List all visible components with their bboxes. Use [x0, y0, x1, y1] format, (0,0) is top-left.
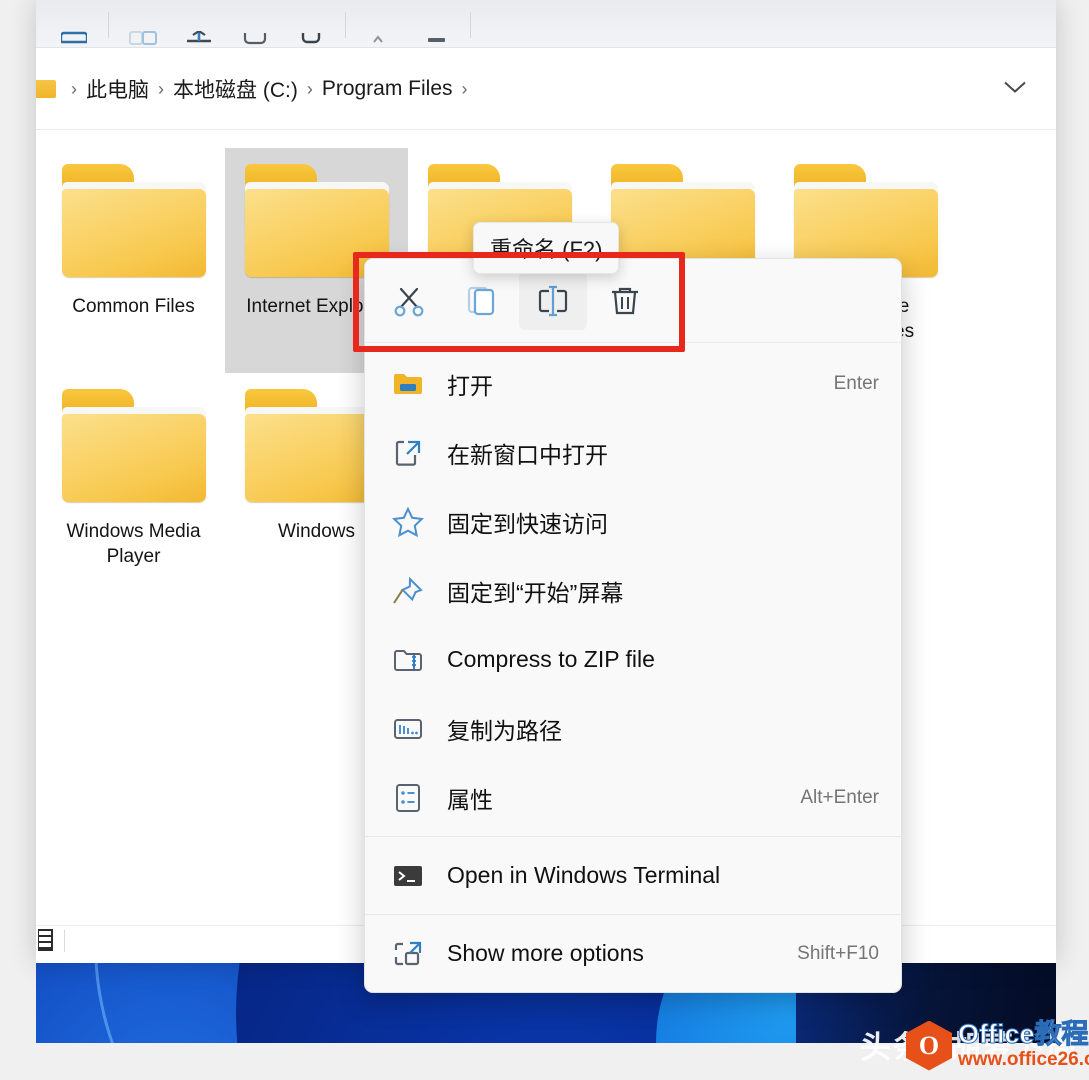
screen: › 此电脑 › 本地磁盘 (C:) › Program Files › Comm…: [0, 0, 1089, 1080]
zip-folder-icon: [391, 646, 425, 674]
rename-icon: [538, 285, 568, 316]
office-logo-icon: O: [906, 1020, 952, 1071]
menu-item-pin-to-quick-access[interactable]: 固定到快速访问: [365, 487, 901, 556]
sort-button[interactable]: [352, 0, 408, 48]
watermark-office: O Office教程网 www.office26.com: [906, 1019, 1089, 1071]
folder-open-icon: [391, 371, 425, 397]
copy-button[interactable]: [171, 0, 227, 48]
list-item-label: Common Files: [72, 296, 195, 317]
menu-item-label: Open in Windows Terminal: [447, 862, 721, 888]
pin-icon: [391, 576, 425, 606]
copy-path-icon: [391, 716, 425, 742]
breadcrumb-separator: ›: [158, 78, 164, 99]
list-item[interactable]: Windows Media Player: [42, 373, 225, 598]
copy-icon: [187, 31, 211, 43]
menu-item-label: Show more options: [447, 940, 644, 966]
cut-button[interactable]: [115, 0, 171, 48]
copy-button[interactable]: [447, 272, 515, 330]
office-site-name: Office教程网: [957, 1019, 1089, 1049]
office-watermark-text: Office教程网 www.office26.com: [957, 1019, 1089, 1071]
menu-item-label: 复制为路径: [447, 717, 562, 744]
rename-icon: [301, 33, 321, 44]
breadcrumb-separator: ›: [461, 78, 468, 99]
context-menu-command-bar: [365, 259, 901, 343]
menu-item-label: 固定到“开始”屏幕: [447, 579, 624, 606]
paste-icon: [243, 33, 267, 45]
menu-divider: [365, 836, 901, 837]
menu-item-accel: Alt+Enter: [800, 786, 879, 808]
menu-item-open[interactable]: 打开 Enter: [365, 349, 901, 418]
menu-item-show-more-options[interactable]: Show more options Shift+F10: [365, 919, 901, 988]
open-new-window-icon: [391, 438, 425, 468]
trash-icon: [612, 287, 638, 314]
terminal-icon: [391, 863, 425, 889]
menu-item-accel: Enter: [833, 372, 879, 394]
copy-icon: [467, 286, 495, 315]
show-more-icon: [391, 940, 425, 968]
new-button[interactable]: [46, 0, 102, 48]
explorer-command-bar: [36, 0, 1056, 48]
breadcrumb: › 此电脑 › 本地磁盘 (C:) › Program Files ›: [36, 48, 477, 130]
toolbar-divider-1: [108, 12, 109, 38]
star-icon: [391, 506, 425, 537]
menu-item-label: 固定到快速访问: [447, 510, 608, 537]
rename-button[interactable]: [283, 0, 339, 48]
breadcrumb-separator: ›: [71, 78, 77, 99]
delete-button[interactable]: [591, 272, 659, 330]
command-bar-buttons: [46, 0, 477, 48]
status-divider: [64, 930, 65, 952]
breadcrumb-folder-icon: [36, 80, 56, 98]
context-menu[interactable]: 打开 Enter 在新窗口中打开 固定到快速访问 固定到“开始”屏幕 Compr…: [364, 258, 902, 993]
scissors-icon: [394, 287, 424, 316]
toolbar-divider-2: [345, 12, 346, 38]
rename-button[interactable]: [519, 271, 587, 330]
menu-item-open-in-windows-terminal[interactable]: Open in Windows Terminal: [365, 841, 901, 910]
menu-item-pin-to-start[interactable]: 固定到“开始”屏幕: [365, 556, 901, 625]
list-item[interactable]: Common Files: [42, 148, 225, 373]
scissors-icon: [129, 31, 157, 45]
menu-item-label: Compress to ZIP file: [447, 646, 655, 672]
view-button[interactable]: [408, 0, 464, 48]
menu-item-compress-to-zip[interactable]: Compress to ZIP file: [365, 625, 901, 694]
menu-item-properties[interactable]: 属性 Alt+Enter: [365, 763, 901, 832]
breadcrumb-item-0[interactable]: 此电脑: [86, 74, 149, 104]
menu-item-accel: Shift+F10: [797, 942, 879, 964]
menu-item-copy-as-path[interactable]: 复制为路径: [365, 694, 901, 763]
folder-icon: [60, 164, 208, 280]
properties-icon: [391, 783, 425, 813]
list-item-label: Windows Media Player: [66, 521, 201, 567]
office-site-url: www.office26.com: [958, 1049, 1089, 1070]
office-logo-letter: O: [918, 1030, 940, 1060]
paste-button[interactable]: [227, 0, 283, 48]
menu-divider: [365, 914, 901, 915]
breadcrumb-item-1[interactable]: 本地磁盘 (C:): [173, 74, 298, 104]
tooltip: 重命名 (F2): [473, 222, 620, 274]
chevron-down-icon[interactable]: [1002, 78, 1028, 99]
address-bar[interactable]: › 此电脑 › 本地磁盘 (C:) › Program Files ›: [36, 48, 1056, 130]
cut-button[interactable]: [375, 272, 443, 330]
menu-item-label: 在新窗口中打开: [447, 441, 608, 468]
menu-item-label: 属性: [447, 786, 493, 813]
menu-item-open-in-new-window[interactable]: 在新窗口中打开: [365, 418, 901, 487]
breadcrumb-item-2[interactable]: Program Files: [322, 77, 453, 101]
menu-item-label: 打开: [447, 372, 493, 399]
folder-icon: [60, 389, 208, 505]
new-plus-icon: [61, 31, 87, 44]
sort-icon: [373, 35, 383, 43]
breadcrumb-separator: ›: [306, 78, 313, 99]
view-mode-icon[interactable]: [37, 928, 60, 959]
context-menu-items: 打开 Enter 在新窗口中打开 固定到快速访问 固定到“开始”屏幕 Compr…: [365, 343, 901, 992]
toolbar-divider-3: [470, 12, 471, 38]
view-icon: [428, 38, 445, 42]
